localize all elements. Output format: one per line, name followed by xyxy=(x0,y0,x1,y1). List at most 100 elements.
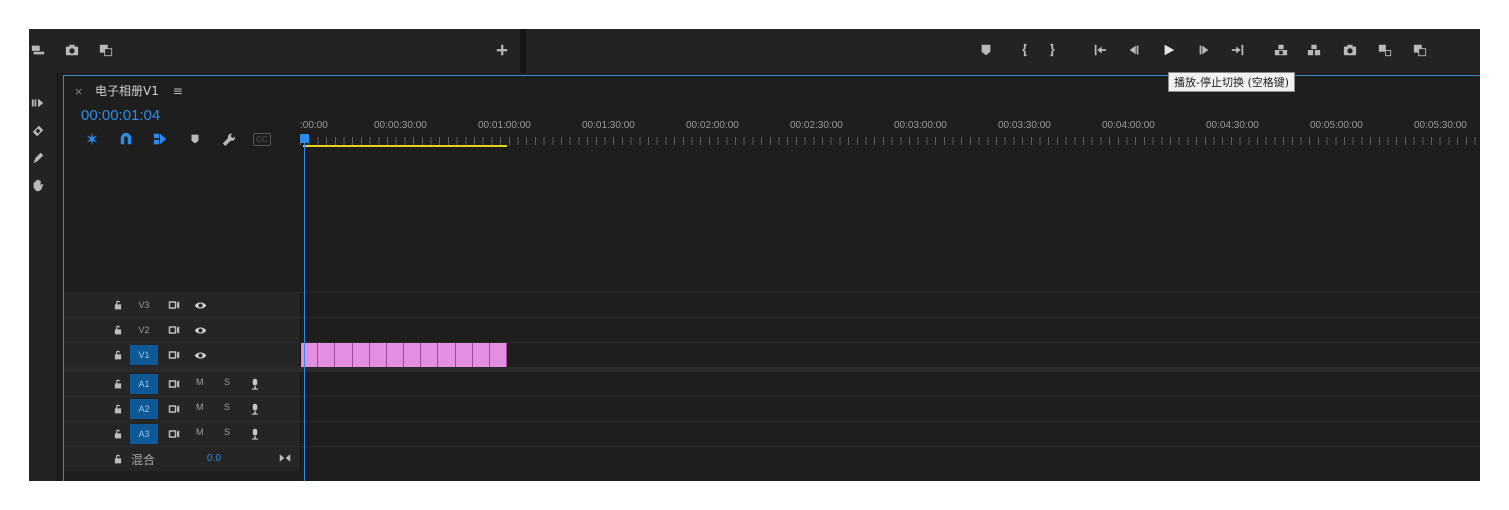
nest-toggle-icon[interactable] xyxy=(83,130,101,148)
program-monitor-toolbar xyxy=(526,29,1480,73)
voice-over-mic-icon[interactable] xyxy=(246,425,264,443)
add-marker-icon[interactable] xyxy=(977,41,995,59)
ruler-tick-label: :00:00 xyxy=(300,120,328,131)
mute-button[interactable]: M xyxy=(196,427,204,437)
video-clip[interactable] xyxy=(489,343,508,367)
track-target-a3[interactable]: A3 xyxy=(130,424,158,444)
voice-over-mic-icon[interactable] xyxy=(246,400,264,418)
extract-icon[interactable] xyxy=(1305,41,1323,59)
button-editor-right-icon[interactable] xyxy=(1411,41,1429,59)
track-header-a3: A3 M S xyxy=(64,422,301,446)
sync-lock-icon[interactable] xyxy=(165,321,183,339)
track-row-a1[interactable]: A1 M S xyxy=(64,371,1480,396)
panel-menu-icon[interactable]: ≡ xyxy=(173,84,183,98)
track-lock-icon[interactable] xyxy=(109,400,127,418)
video-clip[interactable] xyxy=(369,343,387,367)
button-editor-icon[interactable] xyxy=(97,41,115,59)
mix-volume-value[interactable]: 0.0 xyxy=(207,453,221,464)
camera-icon[interactable] xyxy=(63,41,81,59)
step-forward-icon[interactable] xyxy=(1195,41,1213,59)
track-target-v2[interactable]: V2 xyxy=(130,320,158,340)
video-clip[interactable] xyxy=(352,343,370,367)
timeline-panel: × 电子相册V1 ≡ 00:00:01:04 CC:00:00 00:00:3… xyxy=(63,75,1480,481)
track-header-v3: V3 xyxy=(64,293,301,317)
ruler-tick-label: 00:04:30:00 xyxy=(1206,120,1259,131)
video-clip[interactable] xyxy=(335,343,353,367)
track-lock-icon[interactable] xyxy=(109,450,127,468)
track-lock-icon[interactable] xyxy=(109,321,127,339)
comparison-view-icon[interactable] xyxy=(1376,41,1394,59)
hand-tool-icon[interactable] xyxy=(29,176,47,194)
track-row-v3[interactable]: V3 xyxy=(64,292,1480,317)
sync-lock-icon[interactable] xyxy=(165,346,183,364)
export-frame-icon[interactable] xyxy=(29,41,47,59)
export-frame-camera-icon[interactable] xyxy=(1341,41,1359,59)
go-to-in-icon[interactable] xyxy=(1091,41,1109,59)
video-clip[interactable] xyxy=(386,343,405,367)
premiere-timeline-window: × 电子相册V1 ≡ 00:00:01:04 CC:00:00 00:00:3… xyxy=(29,29,1480,481)
voice-over-mic-icon[interactable] xyxy=(246,375,264,393)
mix-collapse-icon[interactable] xyxy=(276,449,294,467)
track-header-v2: V2 xyxy=(64,318,301,342)
mark-in-icon[interactable] xyxy=(1014,41,1032,59)
pen-tool-icon[interactable] xyxy=(29,149,47,167)
add-marker-timeline-icon[interactable] xyxy=(186,130,204,148)
solo-button[interactable]: S xyxy=(224,427,230,437)
track-lock-icon[interactable] xyxy=(109,346,127,364)
go-to-out-icon[interactable] xyxy=(1229,41,1247,59)
sync-lock-icon[interactable] xyxy=(165,296,183,314)
playhead-line[interactable] xyxy=(304,136,305,481)
track-header-v1: V1 xyxy=(64,343,301,367)
linked-selection-icon[interactable] xyxy=(151,130,169,148)
work-area-bar[interactable] xyxy=(303,145,507,147)
track-target-v1[interactable]: V1 xyxy=(130,345,158,365)
sync-lock-icon[interactable] xyxy=(165,425,183,443)
track-row-v2[interactable]: V2 xyxy=(64,317,1480,342)
close-tab-icon[interactable]: × xyxy=(74,85,83,98)
mute-button[interactable]: M xyxy=(196,402,204,412)
video-clip[interactable] xyxy=(318,343,336,367)
track-lock-icon[interactable] xyxy=(109,375,127,393)
snap-magnet-icon[interactable] xyxy=(117,130,135,148)
settings-wrench-icon[interactable] xyxy=(219,130,237,148)
track-row-a3[interactable]: A3 M S xyxy=(64,421,1480,446)
track-target-a2[interactable]: A2 xyxy=(130,399,158,419)
playhead-timecode[interactable]: 00:00:01:04 xyxy=(81,107,160,124)
solo-button[interactable]: S xyxy=(224,402,230,412)
play-stop-icon[interactable] xyxy=(1160,41,1178,59)
track-lock-icon[interactable] xyxy=(109,296,127,314)
toggle-output-eye-icon[interactable] xyxy=(191,321,209,339)
track-row-v1[interactable]: V1 xyxy=(64,342,1480,367)
sequence-name: 电子相册V1 xyxy=(95,84,159,98)
ruler-tick-label: 00:05:30:00 xyxy=(1414,120,1467,131)
razor-tool-icon[interactable] xyxy=(29,122,47,140)
track-target-v3[interactable]: V3 xyxy=(130,295,158,315)
timeline-header-area: × 电子相册V1 ≡ 00:00:01:04 CC xyxy=(64,76,300,292)
play-stop-tooltip: 播放-停止切换 (空格键) xyxy=(1168,72,1296,92)
track-target-a1[interactable]: A1 xyxy=(130,374,158,394)
mute-button[interactable]: M xyxy=(196,377,204,387)
track-row-a2[interactable]: A2 M S xyxy=(64,396,1480,421)
video-clip[interactable] xyxy=(455,343,473,367)
sync-lock-icon[interactable] xyxy=(165,375,183,393)
toggle-output-eye-icon[interactable] xyxy=(191,296,209,314)
sequence-tab[interactable]: × 电子相册V1 ≡ xyxy=(74,82,183,99)
track-select-tool-icon[interactable] xyxy=(29,94,47,112)
captions-icon[interactable]: CC xyxy=(253,133,271,146)
add-button-plus-icon[interactable] xyxy=(493,41,511,59)
video-clip[interactable] xyxy=(404,343,422,367)
step-back-icon[interactable] xyxy=(1125,41,1143,59)
track-row-mix[interactable]: 混合 0.0 xyxy=(64,446,1480,471)
video-clip[interactable] xyxy=(438,343,456,367)
track-lock-icon[interactable] xyxy=(109,425,127,443)
toggle-output-eye-icon[interactable] xyxy=(191,346,209,364)
sync-lock-icon[interactable] xyxy=(165,400,183,418)
mark-out-icon[interactable] xyxy=(1045,41,1063,59)
solo-button[interactable]: S xyxy=(224,377,230,387)
lift-icon[interactable] xyxy=(1272,41,1290,59)
mix-label: 混合 xyxy=(131,453,156,467)
time-ruler[interactable]: :00:00 00:00:30:00 00:01:00:00 00:01:30:00 0… xyxy=(300,120,1480,152)
video-clip[interactable] xyxy=(421,343,439,367)
video-audio-divider[interactable] xyxy=(64,367,1480,371)
video-clip[interactable] xyxy=(472,343,490,367)
